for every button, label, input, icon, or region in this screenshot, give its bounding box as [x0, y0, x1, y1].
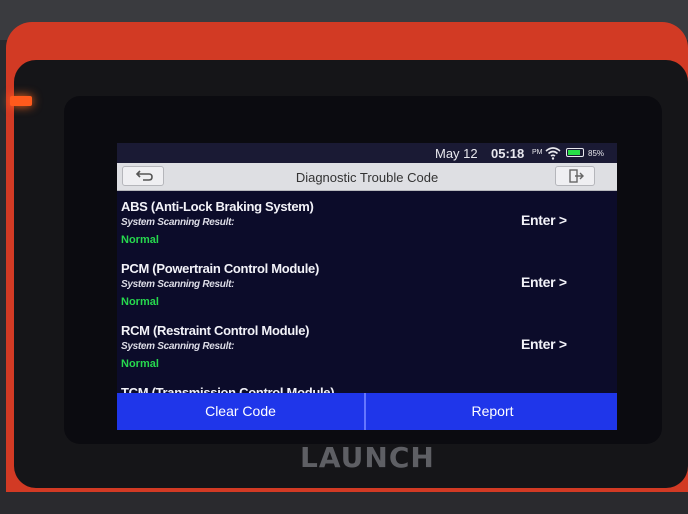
clear-code-button[interactable]: Clear Code: [117, 393, 366, 430]
brand-logo: LAUNCH: [300, 441, 435, 474]
display: May 12 05:18 PM 85% Diagnostic Trouble C…: [117, 143, 617, 430]
bottom-action-bar: Clear Code Report: [117, 393, 617, 430]
scan-result-value: Normal: [121, 296, 159, 308]
enter-button[interactable]: Enter >: [521, 274, 567, 290]
status-bar: May 12 05:18 PM 85%: [117, 143, 617, 163]
status-ampm: PM: [532, 149, 543, 156]
list-item: ABS (Anti-Lock Braking System) System Sc…: [117, 191, 617, 253]
exit-button[interactable]: [555, 166, 595, 186]
page-title: Diagnostic Trouble Code: [295, 170, 439, 185]
battery-level: [568, 150, 580, 155]
system-name: ABS (Anti-Lock Braking System): [121, 199, 314, 214]
system-name: TCM (Transmission Control Module): [121, 385, 335, 393]
system-list: ABS (Anti-Lock Braking System) System Sc…: [117, 191, 617, 393]
scan-result-label: System Scanning Result:: [121, 217, 235, 228]
scan-result-value: Normal: [121, 358, 159, 370]
scan-result-label: System Scanning Result:: [121, 341, 235, 352]
battery-percent: 85%: [588, 149, 605, 158]
power-led: [10, 96, 32, 106]
wifi-icon: [545, 145, 561, 161]
enter-button[interactable]: Enter >: [521, 336, 567, 352]
status-date: May 12: [435, 146, 478, 161]
report-button[interactable]: Report: [368, 393, 617, 430]
battery-icon: [566, 148, 584, 157]
title-bar: Diagnostic Trouble Code: [117, 163, 617, 191]
scan-result-label: System Scanning Result:: [121, 279, 235, 290]
system-name: PCM (Powertrain Control Module): [121, 261, 319, 276]
list-item: RCM (Restraint Control Module) System Sc…: [117, 315, 617, 377]
scan-result-value: Normal: [121, 234, 159, 246]
list-item: PCM (Powertrain Control Module) System S…: [117, 253, 617, 315]
system-name: RCM (Restraint Control Module): [121, 323, 310, 338]
exit-icon: [569, 169, 584, 183]
enter-button[interactable]: Enter >: [521, 212, 567, 228]
status-time: 05:18: [491, 146, 525, 161]
list-item: TCM (Transmission Control Module): [117, 377, 617, 393]
